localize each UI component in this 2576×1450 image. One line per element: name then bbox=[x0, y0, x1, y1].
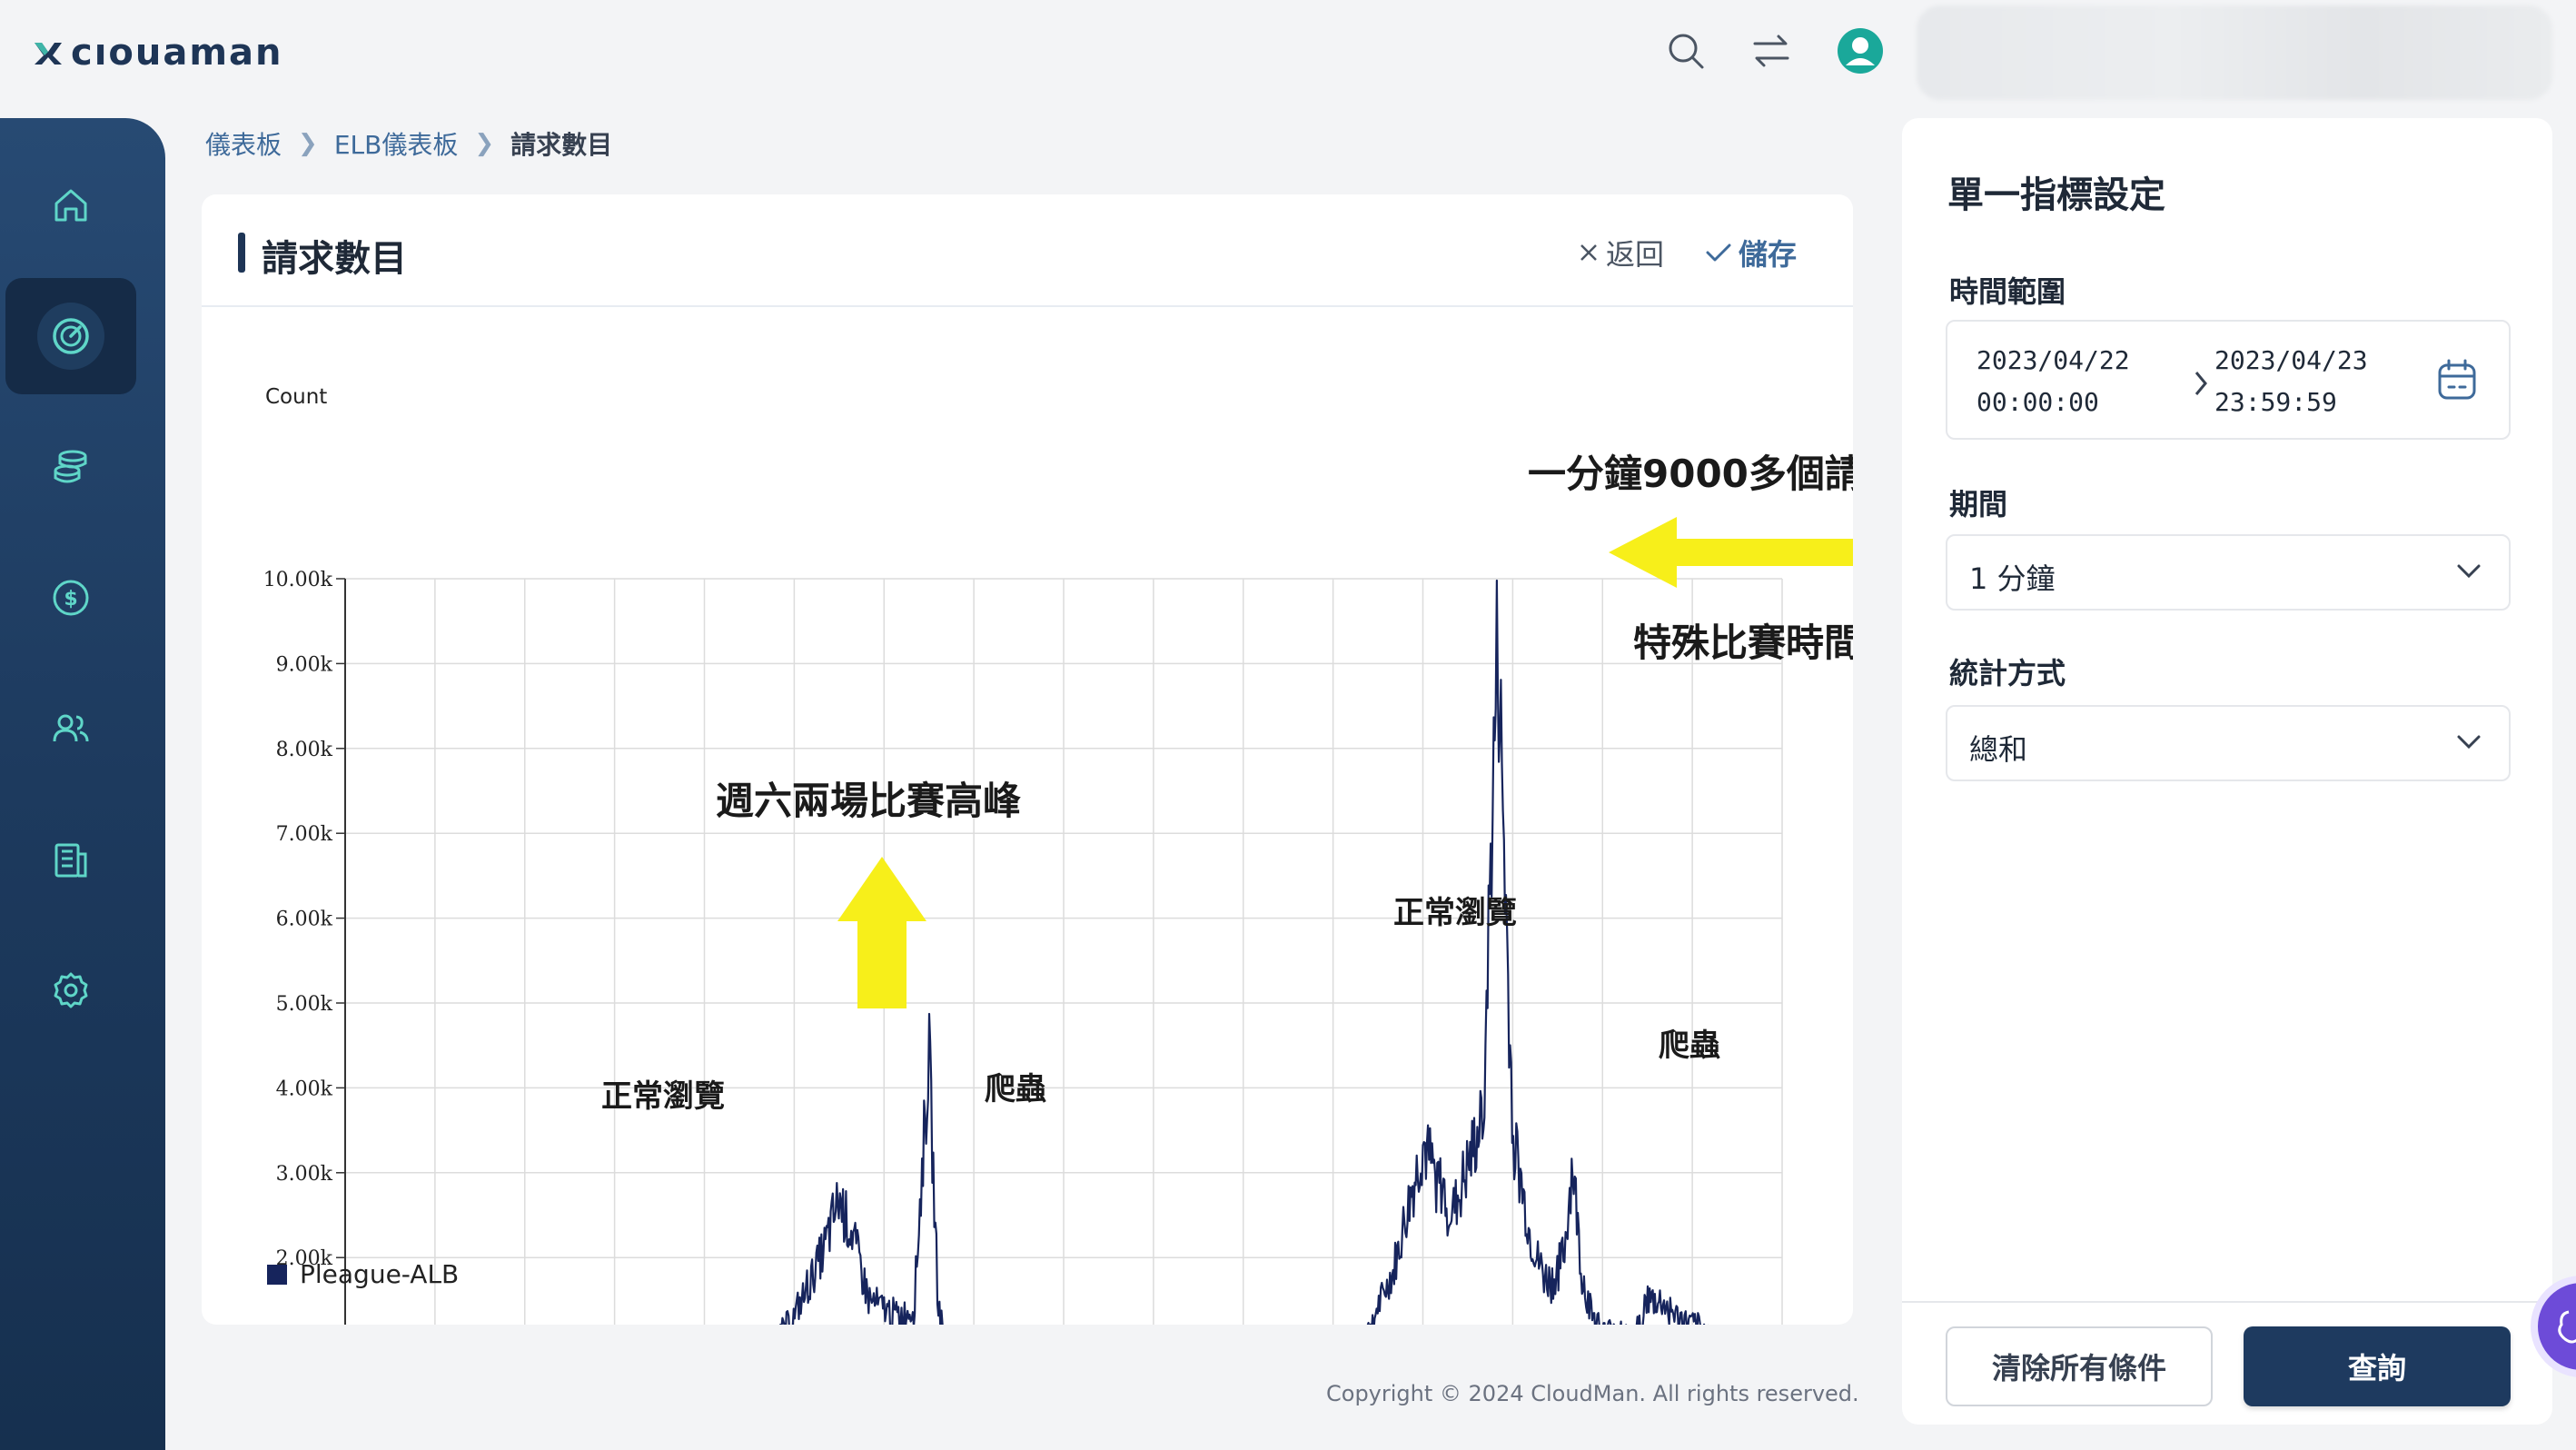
home-icon bbox=[54, 189, 87, 222]
crawler-label-2: 爬蟲 bbox=[1659, 1028, 1720, 1064]
sidebar-item-organization[interactable] bbox=[5, 801, 136, 918]
back-button[interactable]: 返回 bbox=[1579, 234, 1665, 272]
date-range-picker[interactable]: 2023/04/22 00:00:00 2023/04/23 23:59:59 bbox=[1946, 320, 2511, 440]
period-select[interactable]: 1 分鐘 bbox=[1946, 534, 2511, 611]
chevron-right-icon: ❯ bbox=[474, 130, 495, 157]
chart-grid bbox=[344, 578, 1783, 1325]
close-icon bbox=[1580, 244, 1597, 261]
settings-icon bbox=[54, 972, 88, 1008]
sidebar: $ bbox=[0, 118, 165, 1450]
chart-axes: 01.00k2.00k3.00k4.00k5.00k6.00k7.00k8.00… bbox=[263, 569, 346, 1325]
y-tick-label: 10.00k bbox=[263, 569, 333, 591]
date-to-date: 2023/04/23 bbox=[2214, 345, 2368, 375]
save-label: 儲存 bbox=[1739, 237, 1798, 272]
title-accent-bar bbox=[238, 233, 245, 273]
saturday-peak-annotation: 週六兩場比賽高峰 bbox=[716, 779, 1021, 823]
date-from-date: 2023/04/22 bbox=[1977, 345, 2130, 375]
date-from-time: 00:00:00 bbox=[1977, 387, 2099, 417]
svg-text:$: $ bbox=[64, 588, 77, 611]
chevron-right-icon: ❯ bbox=[298, 130, 318, 157]
breadcrumb-elb-dashboard[interactable]: ELB儀表板 bbox=[334, 125, 459, 162]
y-tick-label: 7.00k bbox=[276, 823, 333, 846]
card-title: 請求數目 bbox=[262, 238, 407, 280]
breadcrumb-current: 請求數目 bbox=[510, 130, 613, 160]
y-tick-label: 8.00k bbox=[276, 739, 333, 761]
y-tick-label: 3.00k bbox=[276, 1163, 333, 1186]
user-profile-blurred[interactable] bbox=[1917, 5, 2552, 100]
sidebar-item-home[interactable] bbox=[5, 147, 136, 263]
date-to: 2023/04/23 23:59:59 bbox=[2214, 340, 2368, 423]
requests-line-chart: 01.00k2.00k3.00k4.00k5.00k6.00k7.00k8.00… bbox=[263, 385, 1853, 1325]
chevron-right-icon bbox=[2195, 372, 2207, 395]
normal-browse-label-2: 正常瀏覽 bbox=[1393, 895, 1517, 931]
sidebar-item-settings[interactable] bbox=[5, 932, 136, 1048]
chart-annotations: 一分鐘9000多個請求 特殊比賽時間點 週六兩場比賽高峰 正常瀏覽 爬蟲 正常瀏… bbox=[601, 452, 1853, 1115]
sidebar-item-dashboard[interactable] bbox=[5, 278, 136, 394]
search-icon[interactable] bbox=[1662, 27, 1709, 74]
breadcrumb: 儀表板 ❯ ELB儀表板 ❯ 請求數目 bbox=[205, 125, 612, 162]
legend-swatch bbox=[267, 1265, 287, 1285]
panel-footer-divider bbox=[1902, 1301, 2552, 1303]
calendar-icon[interactable] bbox=[2436, 358, 2478, 403]
normal-browse-label-1: 正常瀏覽 bbox=[601, 1078, 725, 1115]
y-tick-label: 5.00k bbox=[276, 993, 333, 1016]
dashboard-icon bbox=[53, 318, 89, 354]
y-tick-label: 9.00k bbox=[276, 653, 333, 676]
period-label: 期間 bbox=[1949, 487, 2008, 521]
copyright-text: Copyright © 2024 CloudMan. All rights re… bbox=[1326, 1381, 1859, 1406]
building-icon bbox=[54, 843, 87, 878]
logo[interactable]: cıouaman bbox=[33, 27, 283, 78]
logo-text: cıouaman bbox=[71, 32, 283, 74]
dollar-icon: $ bbox=[53, 580, 89, 616]
legend-label: Pleague-ALB bbox=[300, 1259, 459, 1289]
switch-icon[interactable] bbox=[1748, 27, 1795, 74]
brain-icon bbox=[2558, 1310, 2576, 1344]
clear-conditions-button[interactable]: 清除所有條件 bbox=[1946, 1326, 2213, 1406]
panel-title: 單一指標設定 bbox=[1947, 174, 2165, 216]
y-tick-label: 6.00k bbox=[276, 909, 333, 931]
y-axis-title: Count bbox=[265, 385, 327, 409]
special-match-annotation: 特殊比賽時間點 bbox=[1633, 621, 1853, 665]
arrow-left-icon bbox=[1609, 517, 1853, 588]
stat-method-label: 統計方式 bbox=[1949, 656, 2066, 690]
date-to-time: 23:59:59 bbox=[2214, 387, 2337, 417]
logo-mark-icon bbox=[35, 43, 62, 65]
query-button[interactable]: 查詢 bbox=[2244, 1326, 2511, 1406]
sidebar-item-resources[interactable] bbox=[5, 409, 136, 525]
top-bar: cıouaman bbox=[0, 0, 2576, 105]
users-icon bbox=[53, 714, 89, 742]
time-range-label: 時間範圍 bbox=[1949, 274, 2066, 309]
user-icon[interactable] bbox=[1837, 27, 1884, 74]
arrow-up-icon bbox=[837, 857, 926, 1008]
chevron-down-icon bbox=[2457, 735, 2481, 750]
check-icon bbox=[1706, 243, 1731, 262]
stat-method-value: 總和 bbox=[1969, 732, 2028, 767]
sidebar-item-cost[interactable]: $ bbox=[5, 540, 136, 656]
breadcrumb-dashboard[interactable]: 儀表板 bbox=[205, 125, 282, 162]
y-tick-label: 4.00k bbox=[276, 1078, 333, 1100]
metric-settings-panel: 單一指標設定 時間範圍 2023/04/22 00:00:00 2023/04/… bbox=[1902, 118, 2552, 1425]
card-header: 請求數目 返回 儲存 bbox=[202, 194, 1853, 307]
sidebar-item-users[interactable] bbox=[5, 670, 136, 787]
period-value: 1 分鐘 bbox=[1969, 561, 2056, 596]
save-button[interactable]: 儲存 bbox=[1706, 234, 1798, 272]
database-icon bbox=[54, 450, 87, 483]
chart-card: 請求數目 返回 儲存 01.00k2.00k3.00k4.00k5.00k6.0… bbox=[202, 194, 1853, 1325]
crawler-label-1: 爬蟲 bbox=[985, 1071, 1046, 1107]
peak-annotation: 一分鐘9000多個請求 bbox=[1528, 452, 1853, 496]
back-label: 返回 bbox=[1606, 237, 1665, 272]
stat-method-select[interactable]: 總和 bbox=[1946, 705, 2511, 781]
chevron-down-icon bbox=[2457, 564, 2481, 579]
date-from: 2023/04/22 00:00:00 bbox=[1977, 340, 2130, 423]
